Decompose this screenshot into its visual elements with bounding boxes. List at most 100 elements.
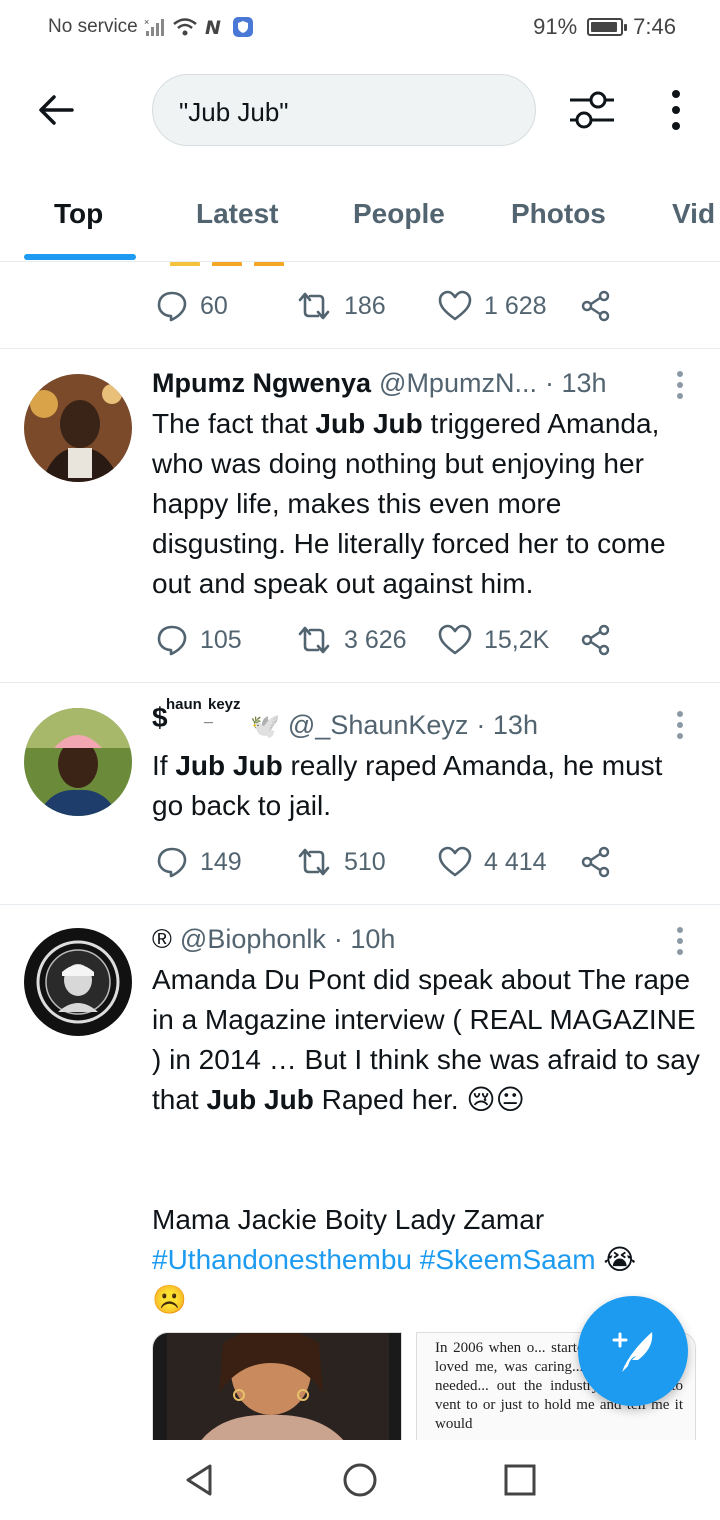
search-query: "Jub Jub" [179,97,289,127]
avatar[interactable] [24,708,132,816]
more-options-button[interactable] [660,88,692,132]
heart-icon [438,846,472,877]
hashtag-link[interactable]: #SkeemSaam [420,1244,596,1275]
like-count: 1 628 [484,291,547,320]
system-nav-bar [0,1440,720,1520]
heart-icon [438,290,472,321]
text-segment: The fact that [152,408,316,439]
retweet-icon [298,626,330,654]
display-name[interactable]: Mpumz Ngwenya [152,368,371,399]
avatar[interactable] [24,374,132,482]
like-count: 4 414 [484,847,547,876]
tweet-header: Mpumz Ngwenya @MpumzN... · 13h [152,368,607,399]
retweet-icon [298,848,330,876]
retweet-button[interactable]: 510 [296,846,438,878]
clock: 7:46 [633,14,676,39]
tab-top[interactable]: Top [54,198,103,230]
hashtag-line: #Uthandonesthembu #SkeemSaam 😭 [152,1240,700,1280]
share-button[interactable] [580,846,612,878]
highlighted-term: Jub Jub [175,750,283,781]
battery-icon [587,18,628,36]
retweet-button[interactable]: 3 626 [296,624,438,656]
user-photo-icon [24,374,132,482]
back-triangle-icon[interactable] [182,1462,218,1498]
reply-button[interactable]: 60 [156,290,296,322]
tweet-text: If Jub Jub really raped Amanda, he must … [152,746,700,826]
user-handle[interactable]: @_ShaunKeyz [288,710,469,741]
reply-count: 60 [200,291,228,320]
share-icon [581,624,610,656]
display-name[interactable]: $ haun _ keyz [152,696,242,734]
reply-icon [157,847,187,878]
like-button[interactable]: 15,2K [438,624,580,656]
battery-percent: 91% [533,14,578,39]
user-handle[interactable]: @Biophonlk [180,924,326,955]
like-button[interactable]: 1 628 [438,290,580,322]
search-input[interactable]: "Jub Jub" [152,74,536,146]
tweet-divider [0,348,720,349]
compose-tweet-button[interactable] [578,1296,688,1406]
like-button[interactable]: 4 414 [438,846,580,878]
reply-count: 105 [200,625,242,654]
status-bar: No service × N 91% 7:46 [0,0,720,56]
tweet-divider [0,904,720,905]
user-logo-icon [24,928,132,1036]
no-signal-icon: × [144,17,164,36]
tweet-feed[interactable]: 60 186 1 628 Mpumz Ngwenya @MpumzN... · … [0,262,720,1440]
tweet-actions: 149 510 4 414 [156,846,612,878]
tweet-image[interactable] [152,1332,402,1440]
reply-icon [157,625,187,656]
home-circle-icon[interactable] [342,1462,378,1498]
user-handle[interactable]: @MpumzN... [379,368,537,399]
share-button[interactable] [580,290,612,322]
tab-latest[interactable]: Latest [196,198,278,230]
reply-button[interactable]: 105 [156,624,296,656]
retweet-count: 186 [344,291,386,320]
retweet-button[interactable]: 186 [296,290,438,322]
back-button[interactable] [36,90,76,130]
retweet-count: 3 626 [344,625,407,654]
tweet-menu-icon[interactable] [674,926,686,956]
crying-emoji: 😭 [603,1244,637,1275]
text-segment: Raped her. 😢😐 [313,1084,525,1115]
share-icon [581,290,610,322]
avatar[interactable] [24,928,132,1036]
tweet-menu-icon[interactable] [674,710,686,740]
display-name[interactable]: ® [152,924,172,955]
user-photo-icon [24,708,132,816]
wifi-icon [172,18,197,36]
battery-fill [591,22,617,32]
tab-photos[interactable]: Photos [511,198,606,230]
share-icon [581,846,610,878]
sliders-icon [570,91,614,129]
nfc-icon: N [205,17,221,37]
tab-people[interactable]: People [353,198,445,230]
arrow-left-icon [39,95,74,125]
tweet-time: · 13h [544,368,607,398]
recents-square-icon[interactable] [502,1462,538,1498]
tweet-actions: 60 186 1 628 [156,290,612,322]
svg-text:N: N [205,17,221,37]
tab-videos[interactable]: Vid [672,198,715,230]
tweet-text: Amanda Du Pont did speak about The rape … [152,960,700,1120]
tweet-menu-icon[interactable] [674,370,686,400]
tweet-header: ® @Biophonlk · 10h [152,924,395,955]
tweet-text: The fact that Jub Jub triggered Amanda, … [152,404,700,604]
dove-emoji: 🕊️ [250,713,280,740]
partial-emoji-row [170,262,320,266]
name-superscript: keyz [208,696,241,713]
share-button[interactable] [580,624,612,656]
tweet-time: · 10h [333,924,396,954]
reply-button[interactable]: 149 [156,846,296,878]
status-right: 91% 7:46 [533,14,676,40]
like-count: 15,2K [484,625,550,654]
svg-text:×: × [144,17,149,27]
search-filter-button[interactable] [566,88,618,132]
hashtag-link[interactable]: #Uthandonesthembu [152,1244,412,1275]
tweet-divider [0,682,720,683]
carrier-label: No service [48,16,138,37]
name-superscript: haun [166,696,202,713]
heart-icon [438,624,472,655]
status-left: No service × N [48,16,254,38]
highlighted-term: Jub Jub [206,1084,314,1115]
